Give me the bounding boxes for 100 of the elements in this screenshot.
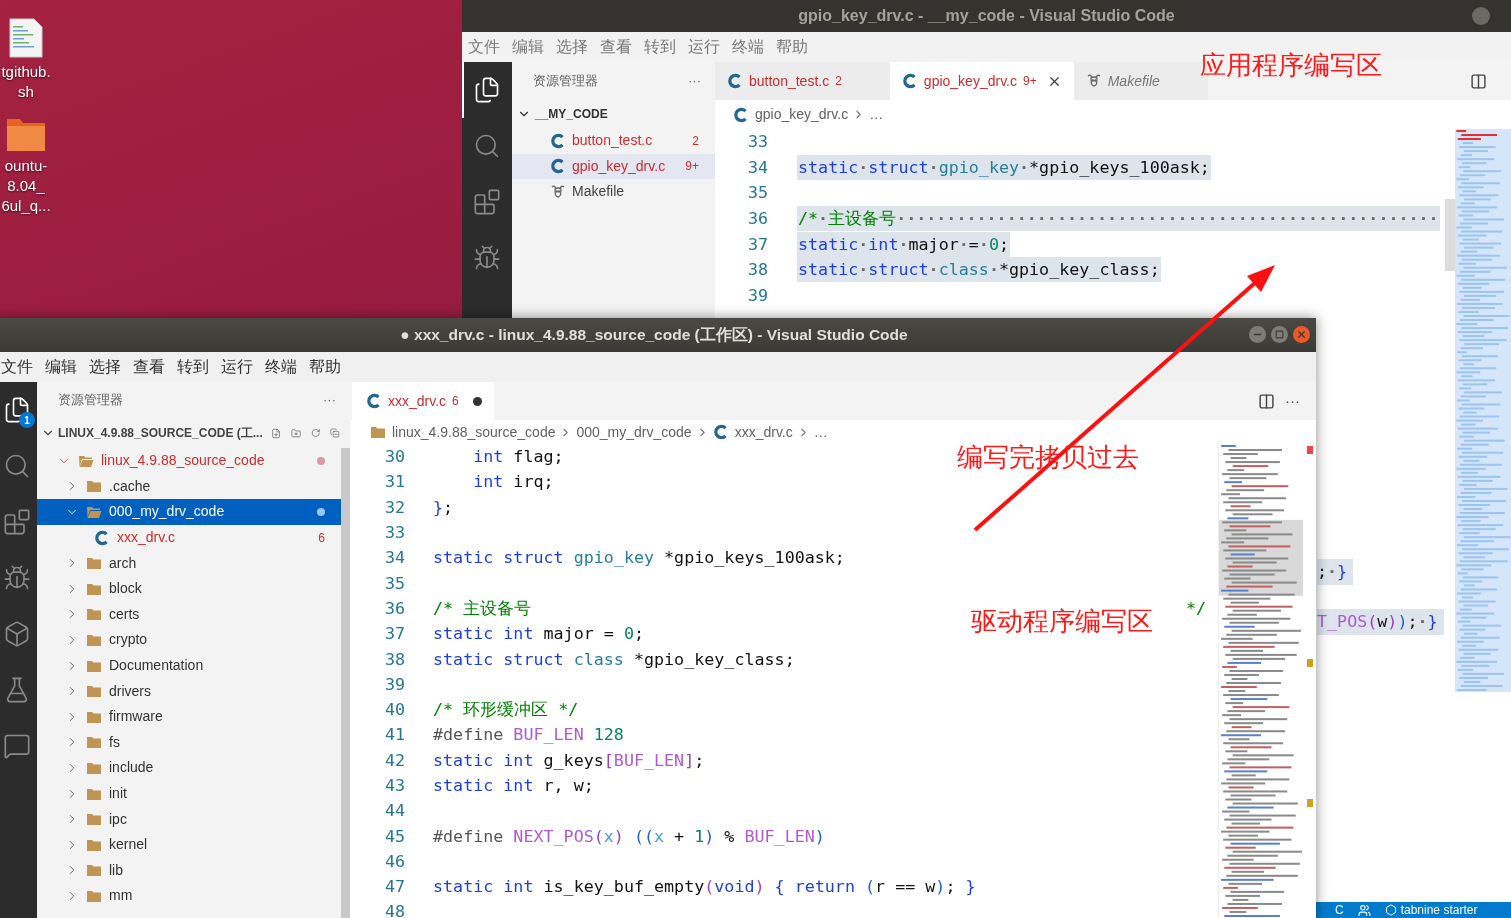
tree-item[interactable]: firmware: [37, 703, 341, 730]
tree-item[interactable]: certs: [37, 601, 341, 628]
files-icon[interactable]: [3, 396, 31, 424]
tree-item[interactable]: include: [37, 755, 341, 781]
scrollbar-thumb[interactable]: [341, 448, 350, 918]
split-editor-icon[interactable]: [1470, 72, 1487, 90]
tree-item[interactable]: drivers: [37, 678, 341, 704]
menu-item[interactable]: 终端: [732, 35, 764, 59]
hexagon-icon[interactable]: [1384, 904, 1397, 916]
folder-icon: [86, 863, 102, 878]
blocks-icon[interactable]: [473, 188, 501, 216]
tree-item[interactable]: ipc: [37, 806, 341, 832]
folder-icon: [86, 581, 102, 596]
breadcrumb-item[interactable]: gpio_key_drv.c: [755, 104, 849, 125]
search-icon[interactable]: [3, 452, 31, 480]
folder-icon: [86, 479, 102, 494]
tree-item[interactable]: crypto: [37, 627, 341, 653]
error-count: 9+: [685, 158, 699, 176]
menu-item[interactable]: 选择: [556, 35, 588, 59]
blocks-icon[interactable]: [3, 508, 31, 536]
more-button[interactable]: ···: [1285, 389, 1300, 413]
tree-item[interactable]: linux_4.9.88_source_code: [37, 448, 341, 474]
window-control-button[interactable]: [1472, 7, 1490, 25]
folder-icon[interactable]: [6, 116, 46, 152]
extension-status[interactable]: tabnine starter: [1400, 904, 1478, 916]
code-line: static int r, w;: [433, 774, 594, 797]
files-icon[interactable]: [473, 76, 501, 104]
line-number: 33: [746, 130, 768, 154]
close-button[interactable]: [1293, 326, 1310, 343]
code-line: static int major = 0;: [433, 622, 644, 646]
breadcrumb-item[interactable]: …: [813, 421, 828, 443]
users-icon[interactable]: [1357, 903, 1371, 917]
menu-item[interactable]: 运行: [688, 35, 720, 59]
folder-icon: [86, 760, 102, 775]
menu-item[interactable]: 查看: [600, 35, 632, 59]
menu-item[interactable]: 帮助: [776, 35, 808, 59]
collapse-icon[interactable]: [330, 425, 340, 441]
c-file-icon: [712, 424, 729, 440]
code-line: static struct class *gpio_key_class;: [433, 647, 795, 671]
workspace-header[interactable]: __MY_CODE: [512, 100, 715, 128]
tree-item[interactable]: xxx_drv.c 6: [37, 524, 341, 551]
line-number: 47: [383, 875, 405, 899]
breadcrumb-item[interactable]: …: [869, 104, 884, 125]
cube-icon[interactable]: [3, 620, 31, 648]
editor-tab[interactable]: xxx_drv.c 6: [352, 382, 494, 420]
menu-item[interactable]: 转到: [177, 355, 209, 379]
bug-icon[interactable]: [473, 244, 501, 272]
tree-item[interactable]: Documentation: [37, 652, 341, 679]
line-number: 34: [746, 155, 768, 179]
tree-item[interactable]: mm: [37, 883, 341, 909]
line-number: 41: [383, 723, 405, 747]
more-button[interactable]: ···: [323, 390, 336, 410]
desktop-icon-label[interactable]: tgithub. sh: [1, 62, 51, 102]
chat-icon[interactable]: [3, 732, 31, 760]
split-editor-icon[interactable]: [1258, 392, 1275, 410]
line-number: 36: [746, 207, 768, 231]
breadcrumb-item[interactable]: linux_4.9.88_source_code: [392, 421, 556, 443]
menu-item[interactable]: 文件: [1, 355, 33, 379]
breadcrumb-item[interactable]: xxx_drv.c: [734, 421, 793, 443]
language-mode[interactable]: C: [1335, 904, 1344, 916]
desktop-icon-label[interactable]: ountu- 8.04_ 6ul_q...: [1, 156, 51, 216]
menu-item[interactable]: 查看: [133, 355, 165, 379]
tree-item[interactable]: fs: [37, 729, 341, 756]
editor-tab[interactable]: gpio_key_drv.c 9+: [889, 62, 1074, 100]
menu-item[interactable]: 编辑: [45, 355, 77, 379]
more-button[interactable]: ···: [688, 71, 701, 91]
line-number: 35: [746, 181, 768, 205]
file-item[interactable]: gpio_key_drv.c 9+: [512, 153, 715, 180]
minimize-button[interactable]: [1249, 326, 1266, 343]
bug-icon[interactable]: [3, 564, 31, 592]
maximize-button[interactable]: [1271, 326, 1288, 343]
tree-item[interactable]: arch: [37, 550, 341, 576]
scrollbar-thumb[interactable]: [1445, 199, 1455, 271]
tree-item[interactable]: 000_my_drv_code: [37, 499, 341, 525]
menu-item[interactable]: 运行: [221, 355, 253, 379]
editor-tab[interactable]: button_test.c 2: [715, 62, 890, 100]
text-file-icon[interactable]: [9, 18, 43, 58]
error-marker: [1307, 446, 1313, 454]
search-icon[interactable]: [473, 132, 501, 160]
folder-icon: [86, 837, 102, 852]
workspace-header[interactable]: LINUX_4.9.88_SOURCE_CODE (工...: [41, 424, 263, 442]
folder-icon: [86, 812, 102, 827]
menu-item[interactable]: 文件: [468, 35, 500, 59]
tree-item[interactable]: lib: [37, 857, 341, 884]
menu-item[interactable]: 终端: [265, 355, 297, 379]
menu-item[interactable]: 编辑: [512, 35, 544, 59]
menu-item[interactable]: 转到: [644, 35, 676, 59]
tree-item[interactable]: kernel: [37, 831, 341, 858]
file-item[interactable]: button_test.c 2: [512, 128, 715, 154]
notification-badge: 1: [19, 412, 35, 428]
file-item[interactable]: Makefile: [512, 179, 715, 205]
breadcrumb-item[interactable]: 000_my_drv_code: [576, 421, 692, 443]
line-number: 48: [383, 900, 405, 918]
menu-item[interactable]: 选择: [89, 355, 121, 379]
tree-item[interactable]: init: [37, 780, 341, 807]
c-file-icon: [94, 529, 110, 546]
menu-item[interactable]: 帮助: [309, 355, 341, 379]
tree-item[interactable]: block: [37, 575, 341, 602]
tree-item[interactable]: .cache: [37, 473, 341, 500]
window-title: gpio_key_drv.c - __my_code - Visual Studio Code: [798, 6, 1175, 26]
